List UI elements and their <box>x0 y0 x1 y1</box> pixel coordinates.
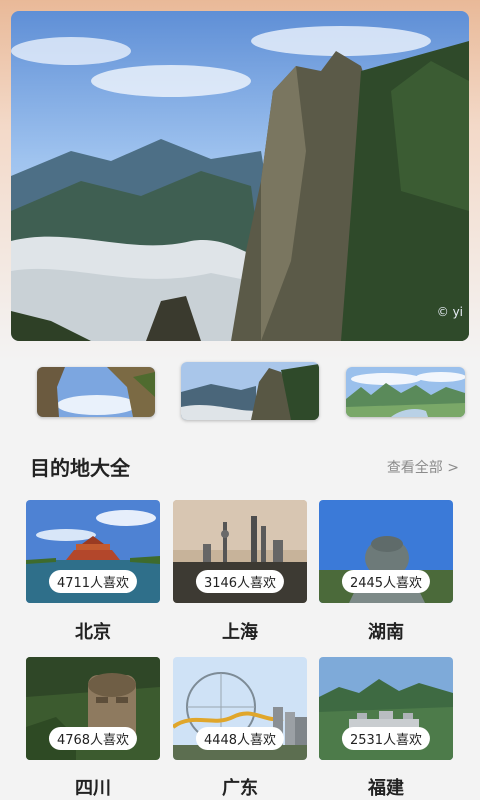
hero-banner[interactable]: © yi <box>11 11 469 341</box>
destination-card-hunan[interactable]: 2445人喜欢 <box>319 500 453 603</box>
hero-image <box>11 26 469 341</box>
city-name: 上海 <box>222 622 258 643</box>
city-name: 北京 <box>75 622 111 643</box>
city-name: 福建 <box>368 778 404 799</box>
destination-card-fujian[interactable]: 2531人喜欢 <box>319 657 453 760</box>
thumb-karst-river[interactable] <box>346 367 465 417</box>
likes-badge: 2445人喜欢 <box>341 570 431 593</box>
city-name: 湖南 <box>368 622 404 643</box>
section-title: 目的地大全 <box>30 456 130 480</box>
city-name: 四川 <box>75 778 111 799</box>
likes-badge: 4448人喜欢 <box>195 727 285 750</box>
destination-card-sichuan[interactable]: 4768人喜欢 <box>26 657 160 760</box>
likes-badge: 4711人喜欢 <box>48 570 138 593</box>
likes-badge: 2531人喜欢 <box>341 727 431 750</box>
city-name: 广东 <box>222 778 258 799</box>
destination-card-guangdong[interactable]: 4448人喜欢 <box>173 657 307 760</box>
likes-badge: 3146人喜欢 <box>195 570 285 593</box>
thumb-mountain-peak[interactable] <box>181 362 319 420</box>
karst-river-image <box>346 367 465 417</box>
thumbnail-carousel <box>0 362 480 422</box>
thumb-arch-rock[interactable] <box>37 367 155 417</box>
destination-card-beijing[interactable]: 4711人喜欢 <box>26 500 160 603</box>
arch-rock-image <box>37 367 155 417</box>
hero-watermark: © yi <box>436 305 463 319</box>
destination-card-shanghai[interactable]: 3146人喜欢 <box>173 500 307 603</box>
likes-badge: 4768人喜欢 <box>48 727 138 750</box>
mountain-peak-image <box>181 362 319 420</box>
see-all-link[interactable]: 查看全部 > <box>387 457 459 477</box>
